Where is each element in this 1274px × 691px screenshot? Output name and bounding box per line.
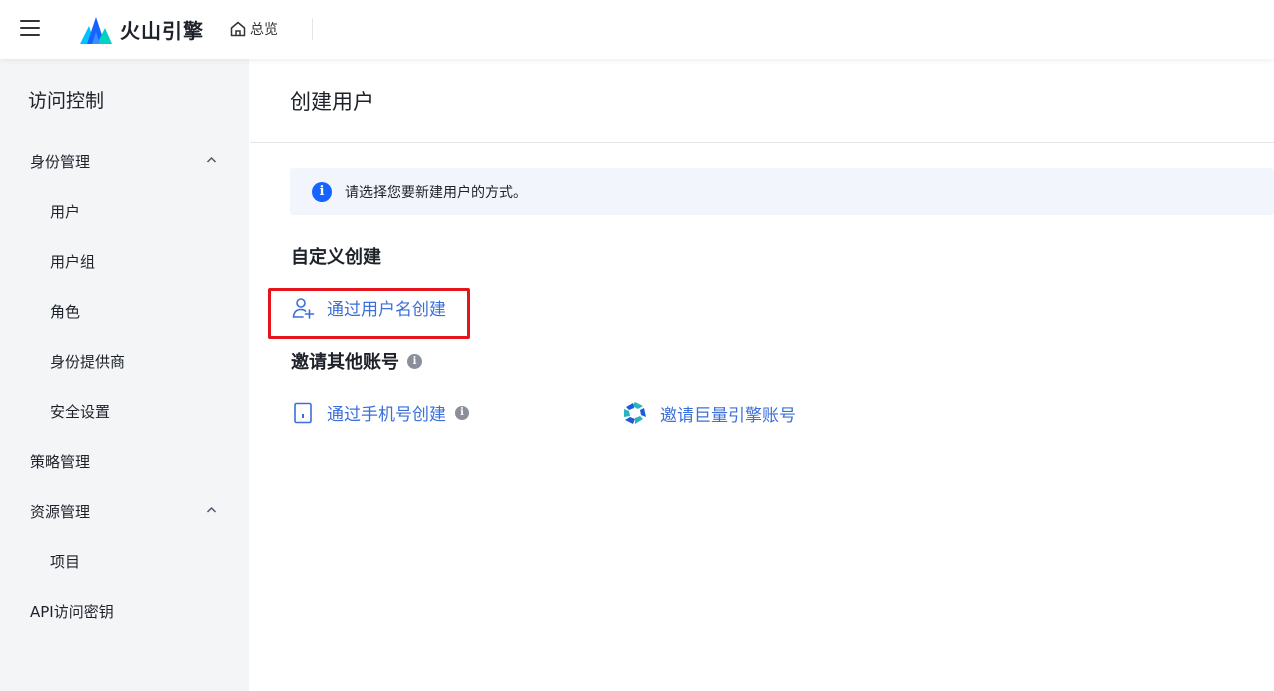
create-by-username-link[interactable]: 通过用户名创建 [291,295,446,320]
sidebar-item-label: 用户 [50,202,81,221]
create-by-phone-label: 通过手机号创建 [327,405,446,425]
create-by-username-label: 通过用户名创建 [327,300,446,320]
info-alert: i 请选择您要新建用户的方式。 [290,168,1274,215]
sidebar-item-identity-management[interactable]: 身份管理 [0,141,249,181]
sidebar-item-users[interactable]: 用户 [0,191,249,231]
section-title-text: 自定义创建 [291,247,381,268]
sidebar-item-label: 角色 [50,302,81,321]
chevron-up-icon[interactable] [206,506,217,514]
invite-oceanengine-account-link[interactable]: 邀请巨量引擎账号 [622,400,796,426]
menu-icon[interactable] [20,19,40,37]
custom-create-section-title: 自定义创建 [291,243,381,269]
sidebar-item-label: 策略管理 [30,452,91,471]
chevron-up-icon[interactable] [206,156,217,164]
info-icon[interactable]: i [407,353,422,369]
page-header: 创建用户 [250,59,1274,143]
home-icon [230,21,246,37]
sidebar-title: 访问控制 [28,90,105,112]
volcano-logo-icon [80,17,112,44]
brand-logo[interactable]: 火山引擎 [80,14,204,44]
top-navigation-bar: 火山引擎 总览 [0,0,1274,59]
brand-name: 火山引擎 [120,18,204,43]
sidebar-item-security-settings[interactable]: 安全设置 [0,391,249,431]
sidebar-item-label: 身份提供商 [50,352,126,371]
info-icon: i [312,181,332,202]
sidebar-item-roles[interactable]: 角色 [0,291,249,331]
sidebar-item-label: 安全设置 [50,402,111,421]
mobile-phone-icon [294,402,312,423]
sidebar-item-user-groups[interactable]: 用户组 [0,241,249,281]
page-title: 创建用户 [290,90,374,114]
overview-label: 总览 [250,22,278,38]
oceanengine-logo-icon [624,402,646,424]
overview-link[interactable]: 总览 [229,19,278,39]
sidebar-item-label: 项目 [50,552,81,571]
sidebar-item-label: 资源管理 [30,502,91,521]
topbar-divider [312,18,313,40]
sidebar-item-policy-management[interactable]: 策略管理 [0,441,249,481]
sidebar: 访问控制 身份管理 用户 用户组 角色 身份提供商 安全设置 策略管理 资源管理… [0,59,249,691]
sidebar-item-api-keys[interactable]: API访问密钥 [0,591,249,631]
invite-oceanengine-label: 邀请巨量引擎账号 [660,405,796,426]
create-by-phone-link[interactable]: 通过手机号创建 i [291,400,469,425]
info-text: 请选择您要新建用户的方式。 [345,184,527,201]
sidebar-item-projects[interactable]: 项目 [0,541,249,581]
sidebar-item-label: 身份管理 [30,152,91,171]
sidebar-item-label: API访问密钥 [30,602,114,621]
invite-section-title: 邀请其他账号 i [291,348,422,374]
info-icon[interactable]: i [455,405,469,420]
sidebar-item-resource-management[interactable]: 资源管理 [0,491,249,531]
sidebar-item-identity-providers[interactable]: 身份提供商 [0,341,249,381]
add-user-icon [292,297,315,319]
section-title-text: 邀请其他账号 [291,352,399,373]
sidebar-item-label: 用户组 [50,252,96,271]
